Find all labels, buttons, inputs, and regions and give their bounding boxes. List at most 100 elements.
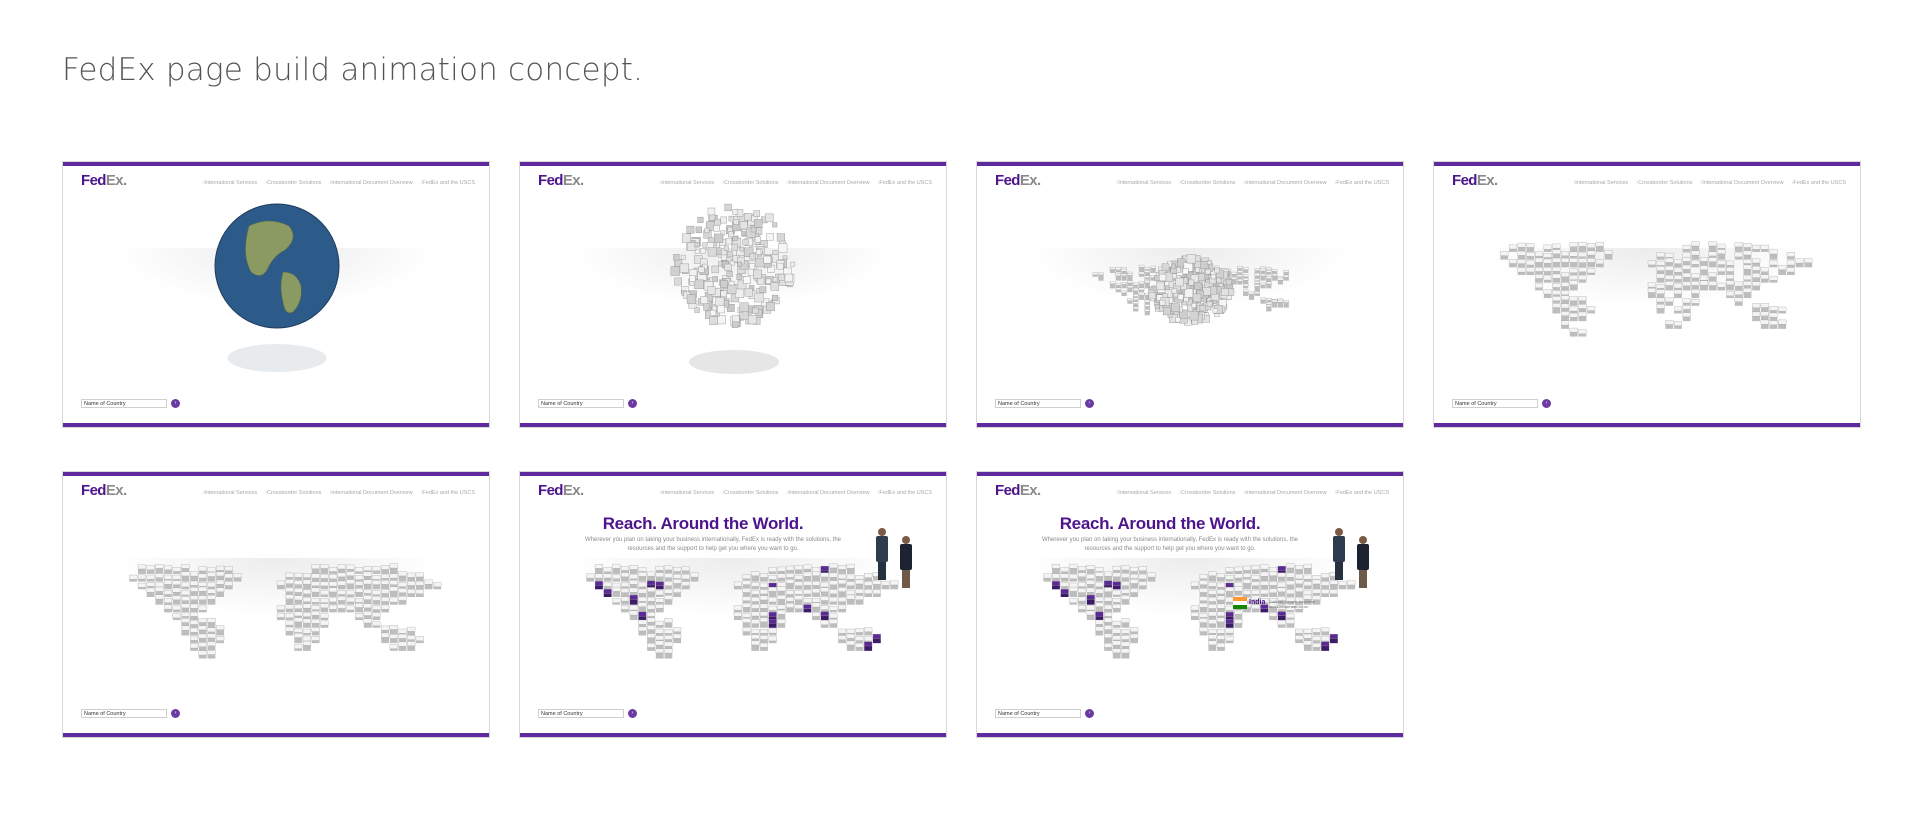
map-block	[864, 641, 873, 647]
map-block	[1112, 628, 1121, 634]
map-block-side	[207, 576, 216, 582]
map-block	[1225, 575, 1234, 580]
map-block-side	[612, 578, 621, 582]
map-block	[872, 579, 881, 585]
map-block-side	[1682, 249, 1691, 252]
map-block	[363, 595, 372, 600]
map-block-side	[1347, 584, 1356, 590]
arrow-right-icon[interactable]: ›	[171, 709, 180, 718]
map-block-side	[303, 584, 311, 590]
map-block-side	[612, 591, 621, 597]
map-block-side	[612, 568, 621, 574]
map-block	[594, 581, 604, 586]
map-block-side	[855, 632, 864, 636]
country-search-input[interactable]: Name of Country	[538, 399, 624, 408]
map-block	[1726, 267, 1735, 272]
sphere-block	[1159, 299, 1166, 306]
sphere-block	[734, 288, 745, 298]
map-block-side	[777, 571, 786, 574]
map-block	[1242, 274, 1249, 277]
map-block-side	[398, 646, 407, 651]
map-block	[1138, 287, 1145, 291]
map-block	[1673, 321, 1683, 326]
map-block	[1086, 594, 1095, 600]
map-block	[233, 573, 242, 578]
map-block-side	[603, 586, 612, 590]
map-block	[785, 590, 795, 595]
sphere-block	[680, 254, 686, 260]
sphere-block	[741, 231, 747, 236]
map-block-side	[1604, 254, 1613, 260]
map-block-side	[655, 608, 664, 613]
arrow-right-icon[interactable]: ›	[1542, 399, 1551, 408]
map-block	[1647, 282, 1656, 288]
map-block-side	[820, 624, 829, 628]
map-block	[1778, 265, 1787, 270]
map-block	[1682, 298, 1691, 304]
map-block-side	[1303, 579, 1312, 582]
map-block	[1144, 280, 1151, 283]
map-block	[415, 589, 424, 594]
sphere-block	[739, 221, 748, 230]
country-search-input[interactable]: Name of Country	[538, 709, 624, 718]
map-block	[1237, 274, 1243, 277]
map-block-side	[389, 591, 398, 597]
map-block-side	[311, 631, 320, 636]
map-block	[1095, 602, 1104, 607]
country-search-input[interactable]: Name of Country	[1452, 399, 1538, 408]
map-block	[224, 566, 233, 571]
map-block	[389, 644, 398, 649]
map-block	[1734, 281, 1743, 287]
country-search-input[interactable]: Name of Country	[995, 399, 1081, 408]
country-search-input[interactable]: Name of Country	[995, 709, 1081, 718]
arrow-right-icon[interactable]: ›	[1085, 399, 1094, 408]
map-block	[1069, 563, 1078, 569]
map-block	[1673, 306, 1683, 312]
map-block-side	[1060, 571, 1069, 574]
map-block	[1092, 272, 1098, 275]
map-block-side	[1109, 269, 1116, 273]
sphere-block	[753, 210, 761, 217]
map-block	[346, 564, 355, 570]
map-block	[407, 641, 416, 646]
map-block	[302, 612, 312, 617]
sphere-block	[694, 279, 704, 290]
map-block	[768, 575, 777, 580]
map-block	[398, 641, 407, 647]
map-block-side	[1191, 616, 1199, 621]
map-block-side	[681, 570, 690, 574]
map-block-side	[1595, 246, 1604, 252]
sphere-block	[739, 246, 745, 252]
sphere-block	[759, 286, 767, 294]
country-label[interactable]: India	[1249, 599, 1265, 606]
map-block	[673, 588, 682, 593]
map-block	[398, 633, 407, 639]
map-block-side	[855, 599, 864, 605]
map-block	[320, 620, 329, 626]
map-block	[1150, 265, 1156, 269]
map-block	[363, 579, 372, 585]
map-block-side	[1078, 601, 1086, 605]
arrow-right-icon[interactable]: ›	[1085, 709, 1094, 718]
map-block-side	[1752, 285, 1761, 291]
map-block	[1060, 573, 1069, 579]
country-search-input[interactable]: Name of Country	[81, 709, 167, 718]
map-block	[664, 581, 673, 586]
map-block	[1199, 588, 1208, 593]
arrow-right-icon[interactable]: ›	[628, 709, 637, 718]
map-block	[190, 635, 199, 641]
arrow-right-icon[interactable]: ›	[628, 399, 637, 408]
map-block	[1144, 267, 1151, 270]
map-block-side	[846, 579, 855, 582]
map-block	[1543, 244, 1552, 250]
arrow-right-icon[interactable]: ›	[171, 399, 180, 408]
map-block	[1132, 282, 1139, 286]
map-block-side	[1234, 571, 1243, 574]
map-block	[1199, 580, 1208, 585]
map-block-side	[1277, 615, 1286, 621]
map-block-side	[1708, 285, 1717, 291]
sphere-block	[778, 273, 785, 281]
map-block-side	[1260, 585, 1269, 590]
country-search-input[interactable]: Name of Country	[81, 399, 167, 408]
animation-frame-7: FedEx.International ServicesCrossborder …	[976, 471, 1404, 738]
